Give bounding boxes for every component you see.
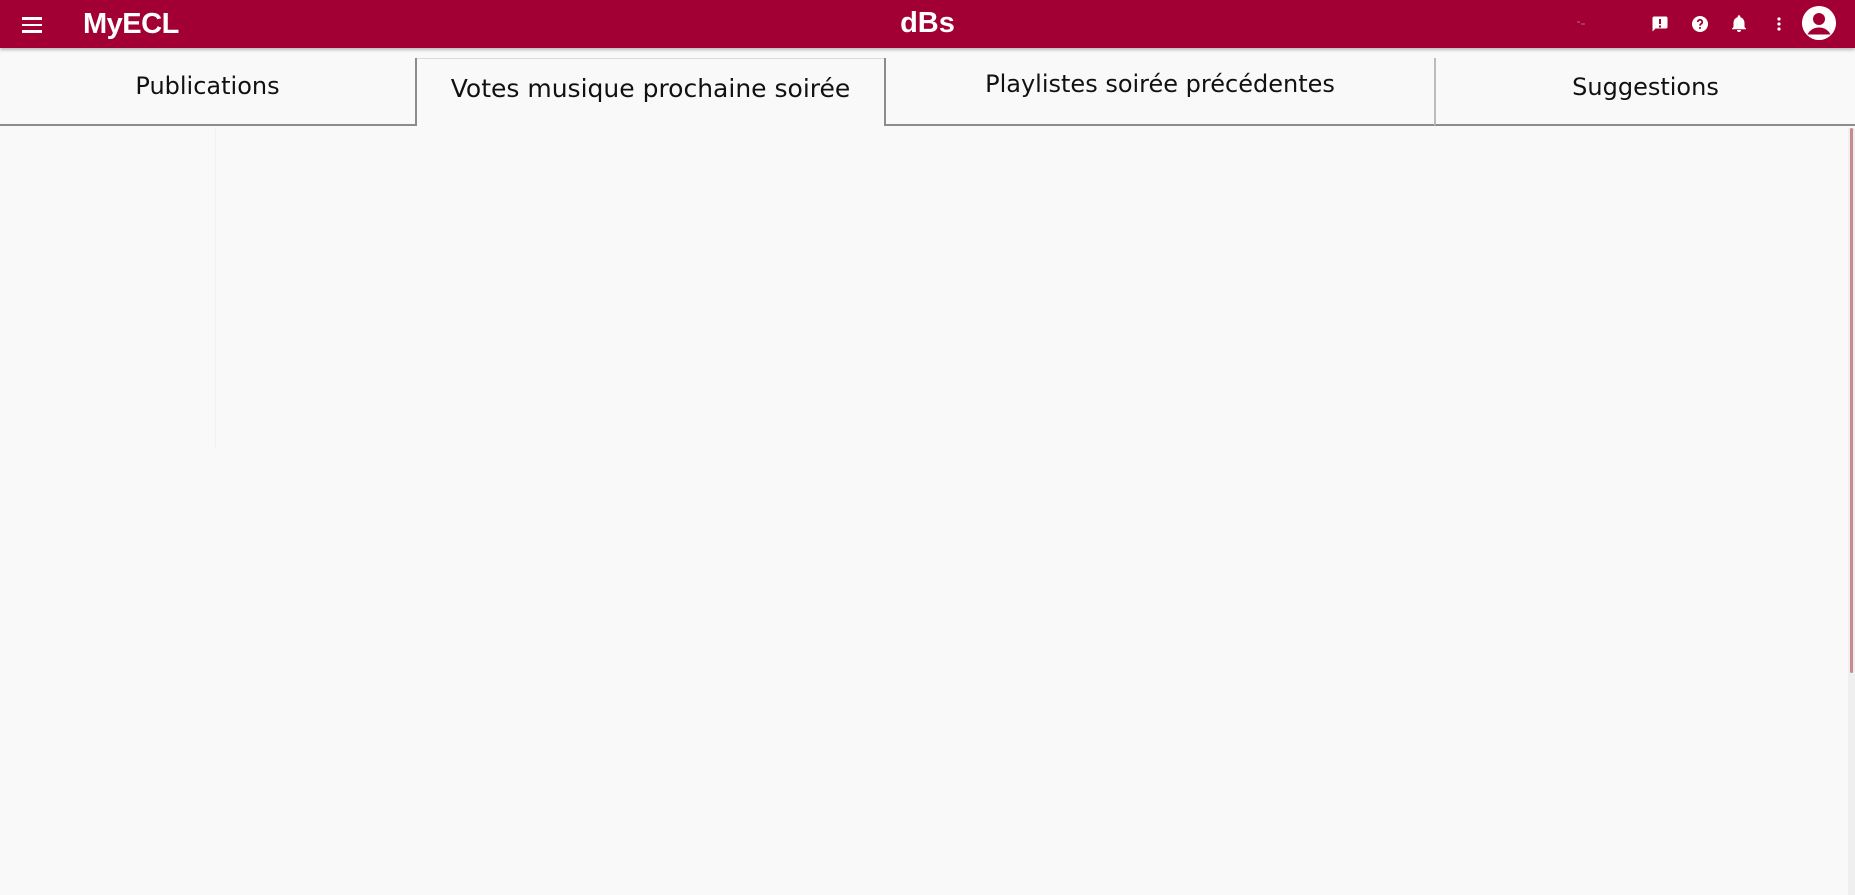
tab-votes-musique[interactable]: Votes musique prochaine soirée — [417, 58, 884, 128]
content-divider — [215, 128, 216, 448]
tab-bar: Publications Votes musique prochaine soi… — [0, 48, 1855, 128]
tab-content-area — [0, 128, 1855, 895]
more-vert-icon[interactable] — [1767, 12, 1791, 36]
scrollbar-thumb[interactable] — [1850, 128, 1853, 673]
top-app-bar: MyECL dBs — [0, 0, 1855, 48]
scrollbar[interactable] — [1848, 128, 1855, 895]
account-icon[interactable] — [1802, 6, 1836, 40]
notifications-icon[interactable] — [1727, 12, 1751, 36]
tab-playlistes[interactable]: Playlistes soirée précédentes — [884, 58, 1434, 126]
loading-indicator-icon — [1577, 21, 1585, 25]
tab-publications[interactable]: Publications — [0, 58, 417, 126]
help-icon[interactable] — [1688, 12, 1712, 36]
tab-suggestions[interactable]: Suggestions — [1434, 58, 1855, 126]
feedback-icon[interactable] — [1648, 12, 1672, 36]
